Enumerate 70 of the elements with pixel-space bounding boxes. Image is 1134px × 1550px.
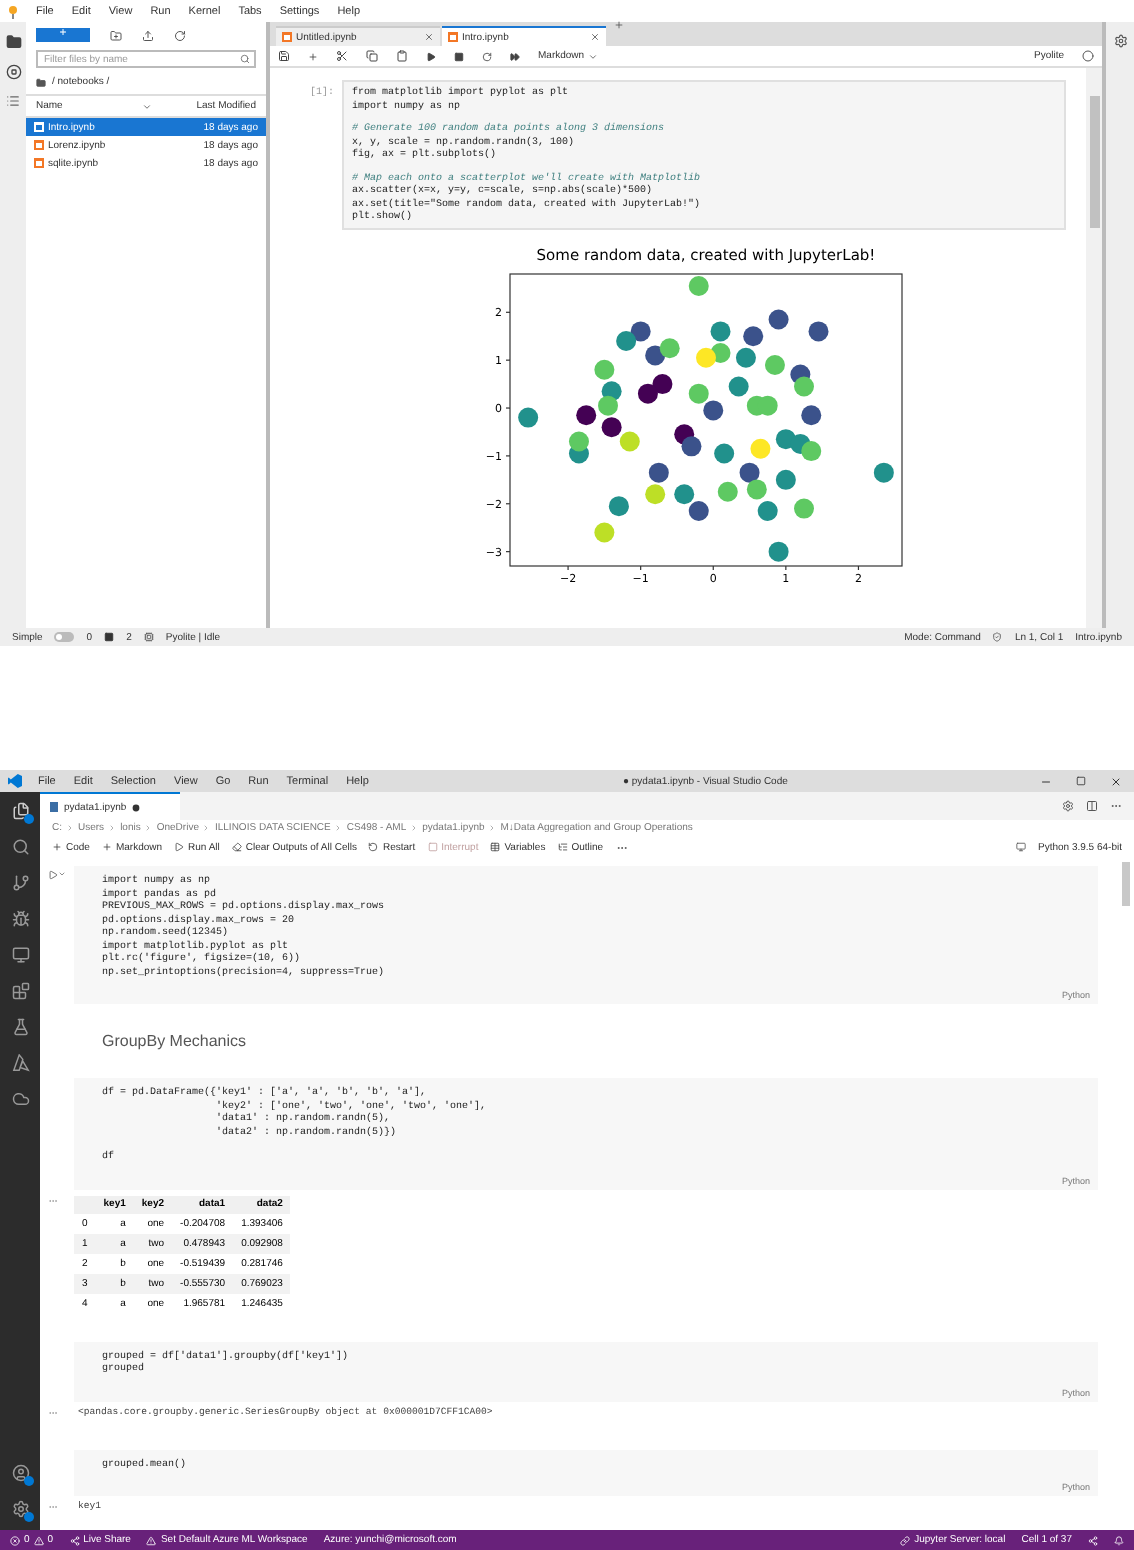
save-icon[interactable] [278, 50, 290, 62]
explorer-icon[interactable] [11, 802, 29, 820]
share-icon [69, 1535, 80, 1545]
debug-icon[interactable] [11, 910, 29, 928]
notification-badge [23, 814, 33, 824]
plus-icon [101, 842, 112, 852]
notification-badge [23, 1512, 33, 1522]
restart-icon [368, 842, 379, 852]
jupyter-logo-icon [8, 3, 18, 19]
add-tab-icon[interactable] [614, 20, 624, 30]
markdown-heading: GroupBy Mechanics [100, 1032, 247, 1050]
search-icon [240, 54, 250, 64]
minimize-icon[interactable] [1040, 775, 1052, 787]
run-icon [174, 842, 185, 852]
upload-icon[interactable] [142, 29, 154, 41]
extensions-icon[interactable] [11, 982, 29, 1000]
sort-caret-icon [142, 101, 153, 111]
stop-icon[interactable] [454, 51, 464, 61]
cut-icon[interactable] [336, 50, 348, 62]
notebook-icon [50, 802, 58, 812]
scrollbar[interactable] [1086, 68, 1102, 628]
azure-icon[interactable] [11, 1054, 29, 1072]
kernel-status-icon [1082, 50, 1094, 62]
variables-icon [490, 842, 501, 852]
kernel-icon [143, 632, 154, 642]
new-folder-icon[interactable] [110, 29, 122, 41]
clear-icon [231, 842, 242, 852]
run-icon[interactable] [426, 51, 436, 61]
cloud-icon[interactable] [11, 1090, 29, 1108]
notifications-icon[interactable] [1114, 1535, 1124, 1545]
notebook-icon [282, 32, 292, 42]
property-inspector-icon[interactable] [1113, 34, 1127, 48]
insert-cell-icon[interactable] [308, 51, 318, 61]
terminal-icon [104, 632, 115, 642]
warning-icon [146, 1535, 157, 1545]
copy-icon[interactable] [366, 50, 378, 62]
account-icon[interactable] [11, 1464, 29, 1482]
split-editor-icon[interactable] [1086, 800, 1098, 812]
vscode-logo-icon [8, 774, 22, 788]
stop-icon [427, 842, 438, 852]
settings-icon[interactable] [1062, 800, 1074, 812]
kernel-icon [1016, 842, 1027, 852]
folder-icon[interactable] [5, 34, 21, 50]
link-icon [900, 1535, 911, 1545]
close-icon[interactable] [1110, 775, 1122, 787]
shield-icon [992, 632, 1003, 642]
simple-mode-switch[interactable] [54, 632, 75, 642]
notebook-icon [448, 32, 458, 42]
warning-icon [33, 1535, 44, 1545]
refresh-icon[interactable] [174, 29, 186, 41]
folder-icon [36, 77, 46, 87]
list-icon[interactable] [6, 94, 20, 108]
feedback-icon[interactable] [1088, 1535, 1098, 1545]
maximize-icon[interactable] [1076, 775, 1086, 785]
source-control-icon[interactable] [11, 874, 29, 892]
dropdown-caret-icon[interactable] [588, 51, 599, 61]
run-all-icon[interactable] [510, 51, 520, 61]
paste-icon[interactable] [396, 50, 408, 62]
restart-icon[interactable] [482, 51, 492, 61]
outline-icon [557, 842, 568, 852]
code-cell[interactable] [342, 80, 1066, 229]
error-icon [10, 1535, 20, 1545]
search-icon[interactable] [11, 838, 29, 856]
run-cell-icon[interactable] [48, 870, 58, 880]
flask-icon[interactable] [11, 1018, 29, 1036]
notification-badge [23, 1476, 33, 1486]
stop-circle-icon[interactable] [5, 64, 21, 80]
remote-explorer-icon[interactable] [11, 946, 29, 964]
plus-icon [52, 842, 62, 852]
settings-icon[interactable] [11, 1500, 29, 1518]
